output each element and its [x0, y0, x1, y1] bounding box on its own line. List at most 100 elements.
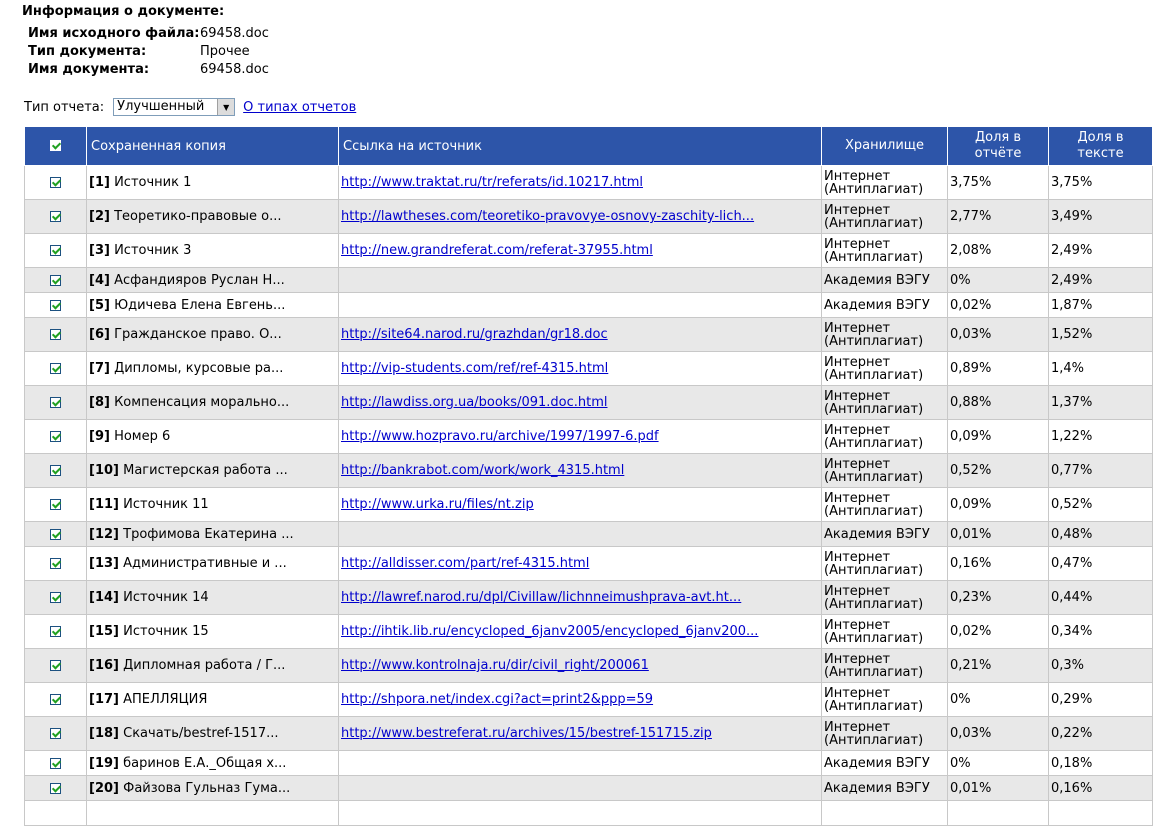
row-checkbox[interactable] — [50, 363, 61, 374]
saved-copy-cell[interactable]: [8] Компенсация морально... — [86, 385, 339, 420]
source-name[interactable]: Источник 1 — [114, 175, 191, 190]
saved-copy-cell[interactable]: [7] Дипломы, курсовые ра... — [86, 351, 339, 386]
source-name[interactable]: баринов Е.А._Общая х... — [123, 756, 286, 771]
table-row[interactable]: [15] Источник 15 http://ihtik.lib.ru/ency… — [24, 614, 1153, 649]
row-checkbox[interactable] — [50, 431, 61, 442]
row-checkbox[interactable] — [50, 626, 61, 637]
table-row[interactable]: [14] Источник 14 http://lawref.narod.ru/d… — [24, 580, 1153, 615]
source-name[interactable]: Юдичева Елена Евгень... — [114, 298, 285, 313]
col-storage[interactable]: Хранилище — [821, 126, 948, 166]
source-link[interactable]: http://www.urka.ru/files/nt.zip — [341, 497, 534, 512]
row-checkbox-cell[interactable] — [24, 385, 87, 420]
table-row[interactable]: [17] АПЕЛЛЯЦИЯ http://shpora.net/index.cg… — [24, 682, 1153, 717]
col-saved-copy[interactable]: Сохраненная копия — [86, 126, 339, 166]
row-checkbox[interactable] — [50, 329, 61, 340]
row-checkbox-cell[interactable] — [24, 580, 87, 615]
table-row[interactable]: [8] Компенсация морально... http://lawdis… — [24, 385, 1153, 420]
source-name[interactable]: Дипломная работа / Г... — [123, 658, 285, 673]
saved-copy-cell[interactable]: [3] Источник 3 — [86, 233, 339, 268]
row-checkbox-cell[interactable] — [24, 487, 87, 522]
row-checkbox-cell[interactable] — [24, 800, 87, 826]
saved-copy-cell[interactable]: [15] Источник 15 — [86, 614, 339, 649]
source-name[interactable]: Источник 14 — [123, 590, 209, 605]
row-checkbox-cell[interactable] — [24, 351, 87, 386]
saved-copy-cell[interactable]: [12] Трофимова Екатерина ... — [86, 521, 339, 547]
source-link[interactable]: http://www.traktat.ru/tr/referats/id.102… — [341, 175, 643, 190]
table-row[interactable]: [16] Дипломная работа / Г... http://www.k… — [24, 648, 1153, 683]
row-checkbox[interactable] — [50, 694, 61, 705]
source-link[interactable]: http://shpora.net/index.cgi?act=print2&p… — [341, 692, 653, 707]
table-row[interactable]: [20] Файзова Гульназ Гума... Академия ВЭГ… — [24, 775, 1153, 801]
row-checkbox[interactable] — [50, 299, 61, 311]
row-checkbox[interactable] — [50, 728, 61, 739]
source-name[interactable]: Теоретико-правовые о... — [114, 209, 281, 224]
source-name[interactable]: Магистерская работа ... — [123, 463, 288, 478]
table-row[interactable]: [1] Источник 1 http://www.traktat.ru/tr/r… — [24, 165, 1153, 200]
source-name[interactable]: Дипломы, курсовые ра... — [114, 361, 283, 376]
row-checkbox-cell[interactable] — [24, 614, 87, 649]
source-link[interactable]: http://lawtheses.com/teoretiko-pravovye-… — [341, 209, 754, 224]
row-checkbox-cell[interactable] — [24, 682, 87, 717]
row-checkbox-cell[interactable] — [24, 292, 87, 318]
table-row[interactable] — [24, 800, 1153, 826]
row-checkbox[interactable] — [50, 558, 61, 569]
table-row[interactable]: [4] Асфандияров Руслан Н... Академия ВЭГУ… — [24, 267, 1153, 293]
row-checkbox-cell[interactable] — [24, 267, 87, 293]
saved-copy-cell[interactable]: [6] Гражданское право. О... — [86, 317, 339, 352]
select-all-header[interactable] — [24, 126, 87, 166]
saved-copy-cell[interactable]: [19] баринов Е.А._Общая х... — [86, 750, 339, 776]
row-checkbox-cell[interactable] — [24, 453, 87, 488]
row-checkbox-cell[interactable] — [24, 521, 87, 547]
saved-copy-cell[interactable]: [20] Файзова Гульназ Гума... — [86, 775, 339, 801]
row-checkbox[interactable] — [50, 397, 61, 408]
row-checkbox[interactable] — [50, 211, 61, 222]
row-checkbox-cell[interactable] — [24, 546, 87, 581]
saved-copy-cell[interactable]: [4] Асфандияров Руслан Н... — [86, 267, 339, 293]
table-row[interactable]: [12] Трофимова Екатерина ... Академия ВЭГ… — [24, 521, 1153, 547]
select-all-checkbox[interactable] — [50, 140, 61, 151]
table-row[interactable]: [11] Источник 11 http://www.urka.ru/files… — [24, 487, 1153, 522]
saved-copy-cell[interactable]: [11] Источник 11 — [86, 487, 339, 522]
saved-copy-cell[interactable]: [9] Номер 6 — [86, 419, 339, 454]
row-checkbox[interactable] — [50, 660, 61, 671]
saved-copy-cell[interactable]: [2] Теоретико-правовые о... — [86, 199, 339, 234]
dropdown-arrow-icon[interactable]: ▼ — [217, 99, 235, 115]
source-name[interactable]: АПЕЛЛЯЦИЯ — [123, 692, 207, 707]
row-checkbox-cell[interactable] — [24, 233, 87, 268]
source-link[interactable]: http://bankrabot.com/work/work_4315.html — [341, 463, 624, 478]
col-source-link[interactable]: Ссылка на источник — [338, 126, 822, 166]
table-row[interactable]: [6] Гражданское право. О... http://site64… — [24, 317, 1153, 352]
saved-copy-cell[interactable]: [1] Источник 1 — [86, 165, 339, 200]
saved-copy-cell[interactable]: [10] Магистерская работа ... — [86, 453, 339, 488]
table-row[interactable]: [10] Магистерская работа ... http://bankr… — [24, 453, 1153, 488]
source-name[interactable]: Источник 15 — [123, 624, 209, 639]
table-row[interactable]: [2] Теоретико-правовые о... http://lawthe… — [24, 199, 1153, 234]
col-share-report[interactable]: Доля в отчёте — [947, 126, 1049, 166]
saved-copy-cell[interactable]: [16] Дипломная работа / Г... — [86, 648, 339, 683]
source-name[interactable]: Асфандияров Руслан Н... — [114, 273, 285, 288]
row-checkbox[interactable] — [50, 528, 61, 540]
source-name[interactable]: Источник 11 — [123, 497, 209, 512]
source-name[interactable]: Трофимова Екатерина ... — [123, 527, 294, 542]
saved-copy-cell[interactable]: [18] Скачать/bestref-1517... — [86, 716, 339, 751]
row-checkbox-cell[interactable] — [24, 750, 87, 776]
source-name[interactable]: Административные и ... — [123, 556, 287, 571]
source-link[interactable]: http://ihtik.lib.ru/encycloped_6janv2005… — [341, 624, 758, 639]
source-link[interactable]: http://alldisser.com/part/ref-4315.html — [341, 556, 589, 571]
source-link[interactable]: http://www.bestreferat.ru/archives/15/be… — [341, 726, 712, 741]
row-checkbox[interactable] — [50, 782, 61, 794]
source-link[interactable]: http://lawref.narod.ru/dpl/Civillaw/lich… — [341, 590, 741, 605]
saved-copy-cell[interactable]: [14] Источник 14 — [86, 580, 339, 615]
saved-copy-cell[interactable]: [5] Юдичева Елена Евгень... — [86, 292, 339, 318]
source-link[interactable]: http://site64.narod.ru/grazhdan/gr18.doc — [341, 327, 608, 342]
table-row[interactable]: [19] баринов Е.А._Общая х... Академия ВЭГ… — [24, 750, 1153, 776]
source-name[interactable]: Гражданское право. О... — [114, 327, 282, 342]
row-checkbox-cell[interactable] — [24, 716, 87, 751]
row-checkbox[interactable] — [50, 757, 61, 769]
table-row[interactable]: [13] Административные и ... http://alldis… — [24, 546, 1153, 581]
col-share-text[interactable]: Доля в тексте — [1048, 126, 1153, 166]
table-row[interactable]: [18] Скачать/bestref-1517... http://www.b… — [24, 716, 1153, 751]
source-link[interactable]: http://new.grandreferat.com/referat-3795… — [341, 243, 653, 258]
source-link[interactable]: http://vip-students.com/ref/ref-4315.htm… — [341, 361, 608, 376]
report-type-select[interactable]: Улучшенный ▼ — [113, 98, 236, 116]
